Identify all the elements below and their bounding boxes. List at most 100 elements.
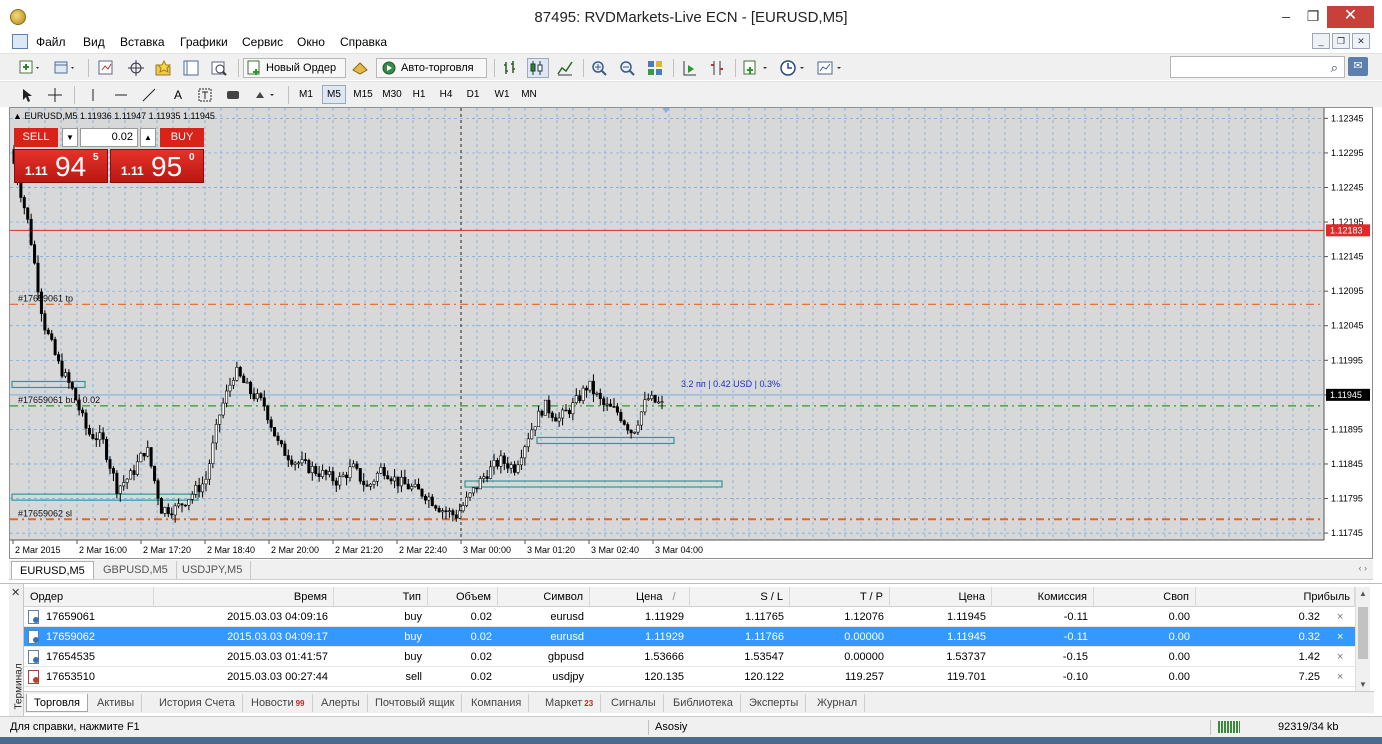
col-swap[interactable]: Своп (1094, 587, 1196, 607)
col-current-price[interactable]: Цена (890, 587, 992, 607)
terminal-icon[interactable] (181, 58, 203, 78)
price-chart[interactable]: 1.123451.122951.122451.121951.121451.120… (10, 108, 1373, 559)
vertical-line-icon[interactable] (84, 85, 104, 105)
timeframe-h1[interactable]: H1 (408, 85, 430, 104)
strategy-tester-icon[interactable] (209, 58, 231, 78)
col-symbol[interactable]: Символ (498, 587, 590, 607)
data-window-icon[interactable] (126, 58, 148, 78)
col-order[interactable]: Ордер (24, 587, 154, 607)
menu-help[interactable]: Справка (340, 35, 387, 49)
menu-insert[interactable]: Вставка (120, 35, 165, 49)
minimize-button[interactable]: – (1273, 6, 1299, 28)
new-chart-icon[interactable] (18, 58, 44, 78)
col-price[interactable]: Цена / (590, 587, 690, 607)
tile-windows-icon[interactable] (645, 58, 667, 78)
timeframe-h4[interactable]: H4 (435, 85, 457, 104)
search-icon[interactable]: ⌕ (1331, 60, 1338, 76)
table-row[interactable]: 17654535 2015.03.03 01:41:57 buy 0.02 gbpusd… (24, 647, 1355, 667)
timeframe-d1[interactable]: D1 (462, 85, 484, 104)
close-order-icon[interactable]: × (1337, 667, 1343, 687)
zoom-out-icon[interactable] (617, 58, 639, 78)
col-sl[interactable]: S / L (690, 587, 790, 607)
menu-file[interactable]: Файл (36, 35, 66, 49)
timeframe-m5[interactable]: M5 (322, 85, 346, 104)
timeframe-mn[interactable]: MN (517, 85, 541, 104)
close-button[interactable]: ✕ (1327, 6, 1374, 28)
sell-button[interactable]: SELL (14, 128, 58, 147)
close-order-icon[interactable]: × (1337, 647, 1343, 667)
chart-window[interactable]: 1.12345 1.12295 1.12245 1.12195 1.12145 1.120… (9, 107, 1373, 559)
terminal-tab[interactable]: Торговля (26, 694, 88, 712)
bar-chart-icon[interactable] (500, 58, 522, 78)
timeframe-m1[interactable]: M1 (294, 85, 318, 104)
auto-scroll-icon[interactable] (679, 58, 701, 78)
navigator-icon[interactable] (153, 58, 175, 78)
metaeditor-icon[interactable] (350, 58, 372, 78)
table-row[interactable]: 17659061 2015.03.03 04:09:16 buy 0.02 eurusd… (24, 607, 1355, 627)
terminal-tab[interactable]: Алерты (314, 694, 368, 712)
more-shapes-icon[interactable] (252, 85, 282, 105)
terminal-tab[interactable]: Новости 99 (244, 694, 313, 712)
buy-price-box[interactable]: 1.11 95 0 (110, 149, 204, 183)
col-volume[interactable]: Объем (428, 587, 498, 607)
line-chart-icon[interactable] (555, 58, 577, 78)
horizontal-line-icon[interactable] (112, 85, 132, 105)
profiles-icon[interactable] (52, 58, 80, 78)
chart-tab-eurusd[interactable]: EURUSD,M5 (11, 561, 94, 579)
timeframe-m15[interactable]: M15 (350, 85, 376, 104)
zoom-in-icon[interactable] (589, 58, 611, 78)
auto-trading-button[interactable]: Авто-торговля (376, 58, 487, 78)
chart-shift-icon[interactable] (707, 58, 729, 78)
table-scrollbar[interactable]: ▲ ▼ (1355, 587, 1370, 691)
chart-window-icon[interactable] (12, 34, 28, 49)
maximize-button[interactable]: ❐ (1300, 6, 1326, 28)
table-row[interactable]: 17653510 2015.03.03 00:27:44 sell 0.02 usdjp… (24, 667, 1355, 687)
terminal-tab[interactable]: Журнал (810, 694, 866, 712)
timeframe-m30[interactable]: M30 (379, 85, 405, 104)
candlestick-chart-icon[interactable] (527, 58, 549, 78)
chart-tab-gbpusd[interactable]: GBPUSD,M5 (95, 561, 177, 579)
lot-dropdown-icon[interactable]: ▼ (62, 128, 78, 147)
terminal-tab[interactable]: Активы (90, 694, 143, 712)
lot-spin-icon[interactable]: ▲ (140, 128, 156, 147)
terminal-tab[interactable]: Почтовый ящик (368, 694, 463, 712)
terminal-tab[interactable]: Сигналы (604, 694, 664, 712)
templates-icon[interactable] (815, 58, 847, 78)
col-tp[interactable]: T / P (790, 587, 890, 607)
market-watch-icon[interactable] (96, 58, 118, 78)
scrollbar-thumb[interactable] (1358, 607, 1368, 659)
mdi-close-button[interactable]: ✕ (1352, 33, 1370, 49)
terminal-tab[interactable]: Маркет 23 (538, 694, 602, 712)
scroll-up-icon[interactable]: ▲ (1359, 589, 1367, 598)
new-order-button[interactable]: Новый Ордер (243, 58, 346, 78)
text-tool-icon[interactable]: A (168, 85, 188, 105)
lot-size-input[interactable]: 0.02 (80, 128, 138, 147)
mdi-restore-button[interactable]: ❐ (1332, 33, 1350, 49)
mdi-minimize-button[interactable]: _ (1312, 33, 1330, 49)
periods-clock-icon[interactable] (778, 58, 810, 78)
trendline-icon[interactable] (140, 85, 160, 105)
table-row[interactable]: 17659062 2015.03.03 04:09:17 buy 0.02 eurusd… (24, 627, 1355, 647)
terminal-tab[interactable]: Эксперты (742, 694, 807, 712)
sell-price-box[interactable]: 1.11 94 5 (14, 149, 108, 183)
menu-charts[interactable]: Графики (180, 35, 228, 49)
scroll-down-icon[interactable]: ▼ (1359, 680, 1367, 689)
close-order-icon[interactable]: × (1337, 607, 1343, 627)
col-type[interactable]: Тип (334, 587, 428, 607)
chart-tab-usdjpy[interactable]: USDJPY,M5 (174, 561, 252, 579)
text-label-icon[interactable] (196, 85, 216, 105)
crosshair-icon[interactable] (46, 85, 66, 105)
status-profile[interactable]: Asosiy (655, 721, 687, 733)
buy-button[interactable]: BUY (160, 128, 204, 147)
search-input[interactable]: ⌕ (1170, 56, 1345, 78)
terminal-tab[interactable]: История Счета (152, 694, 244, 712)
indicators-icon[interactable] (741, 58, 773, 78)
timeframe-w1[interactable]: W1 (490, 85, 514, 104)
col-time[interactable]: Время (154, 587, 334, 607)
messages-icon[interactable]: ✉ (1348, 57, 1368, 76)
menu-tools[interactable]: Сервис (242, 35, 283, 49)
col-profit[interactable]: Прибыль (1196, 587, 1355, 607)
menu-window[interactable]: Окно (297, 35, 325, 49)
terminal-close-icon[interactable]: ✕ (11, 586, 20, 599)
cursor-icon[interactable] (18, 85, 38, 105)
